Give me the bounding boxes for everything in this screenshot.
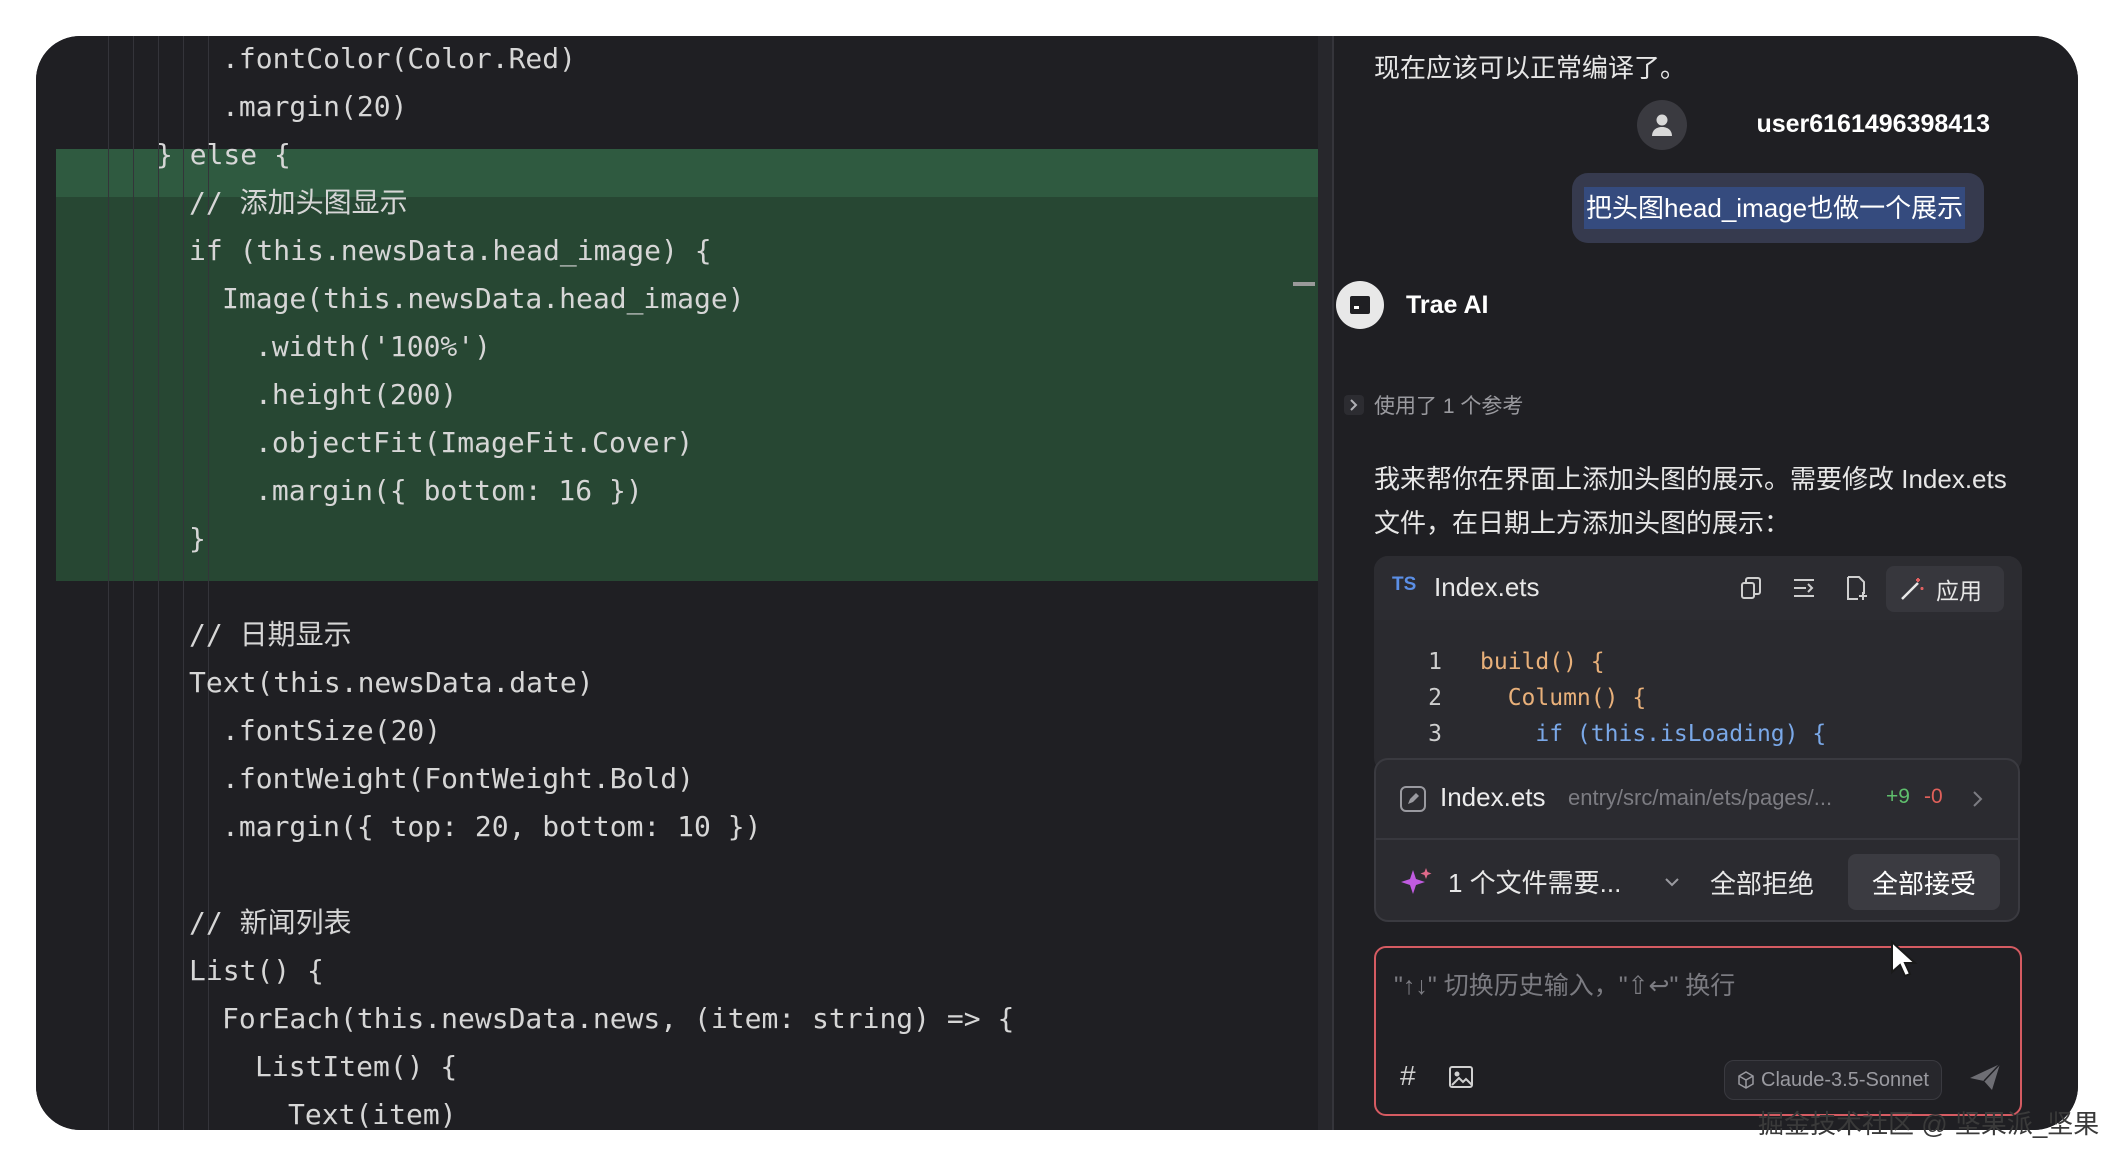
code-editor[interactable]: .fontColor(Color.Red) .margin(20) } else {… xyxy=(36,36,1318,1130)
code-card-line: 3 if (this.isLoading) { xyxy=(1374,716,2022,752)
assistant-avatar xyxy=(1336,281,1384,329)
code-line: .margin(20) xyxy=(222,90,408,123)
changed-file-row[interactable]: Index.ets entry/src/main/ets/pages/... +… xyxy=(1376,760,2018,840)
chat-input[interactable]: "↑↓" 切换历史输入，"⇧↩" 换行 # Claude-3.5-Sonnet xyxy=(1374,946,2022,1116)
assistant-name: Trae AI xyxy=(1406,291,1489,319)
code-text: Column() { xyxy=(1480,685,1647,711)
code-line: List() { xyxy=(189,954,324,987)
references-label: 使用了 1 个参考 xyxy=(1374,395,1524,418)
indent-guide xyxy=(133,36,134,1130)
code-line: .fontWeight(FontWeight.Bold) xyxy=(222,762,695,795)
indent-guide xyxy=(183,36,184,1130)
code-card-line: 1 build() { xyxy=(1374,644,2022,680)
code-line: .width('100%') xyxy=(255,330,492,363)
code-line: .fontColor(Color.Red) xyxy=(222,42,577,75)
code-line: Text(item) xyxy=(288,1098,457,1130)
user-message-bubble: 把头图head_image也做一个展示 xyxy=(1572,173,1984,243)
pending-file-count[interactable]: 1 个文件需要... xyxy=(1448,863,1621,900)
typescript-badge: TS xyxy=(1392,574,1417,595)
assistant-message-line: 我来帮你在界面上添加头图的展示。需要修改 Index.ets xyxy=(1374,464,2007,494)
code-snippet-card: TS Index.ets 应用 1 build() {2 Column() {3 … xyxy=(1374,556,2022,772)
references-toggle[interactable]: 使用了 1 个参考 xyxy=(1344,390,1523,420)
code-line: .fontSize(20) xyxy=(222,714,442,747)
user-name: user6161496398413 xyxy=(1756,110,1990,138)
code-line: // 添加头图显示 xyxy=(189,186,408,219)
reject-all-button[interactable]: 全部拒绝 xyxy=(1702,856,1822,908)
cube-icon xyxy=(1738,1071,1754,1089)
copy-icon[interactable] xyxy=(1738,574,1766,602)
edit-file-icon xyxy=(1400,786,1426,812)
image-icon[interactable] xyxy=(1448,1064,1474,1090)
code-line: .margin({ bottom: 16 }) xyxy=(255,474,643,507)
scrollbar-marker[interactable] xyxy=(1293,282,1315,286)
code-line: Image(this.newsData.head_image) xyxy=(222,282,745,315)
hash-icon[interactable]: # xyxy=(1400,1060,1416,1092)
code-line: .objectFit(ImageFit.Cover) xyxy=(255,426,694,459)
lines-deleted-count: -0 xyxy=(1924,785,1943,808)
model-name: Claude-3.5-Sonnet xyxy=(1761,1068,1929,1091)
code-line: .height(200) xyxy=(255,378,458,411)
pending-changes-popup: Index.ets entry/src/main/ets/pages/... +… xyxy=(1374,758,2020,922)
apply-button[interactable]: 应用 xyxy=(1886,566,2004,612)
code-text: if (this.isLoading) { xyxy=(1480,721,1827,747)
code-card-line: 2 Column() { xyxy=(1374,680,2022,716)
send-icon[interactable] xyxy=(1968,1062,2002,1092)
indent-guide xyxy=(158,36,159,1130)
code-card-header: TS Index.ets 应用 xyxy=(1374,556,2022,620)
assistant-message-line: 文件，在日期上方添加头图的展示： xyxy=(1374,508,1791,538)
code-line: // 新闻列表 xyxy=(189,906,352,939)
changed-file-name: Index.ets xyxy=(1440,782,1546,812)
user-icon xyxy=(1652,114,1672,136)
code-text: build() { xyxy=(1480,649,1605,675)
chevron-down-icon[interactable] xyxy=(1662,872,1682,892)
code-line: Text(this.newsData.date) xyxy=(189,666,594,699)
lines-added-count: +9 xyxy=(1886,785,1910,808)
chevron-right-icon xyxy=(1973,791,1983,807)
line-number: 2 xyxy=(1428,685,1442,711)
code-line: ListItem() { xyxy=(255,1050,458,1083)
line-number: 1 xyxy=(1428,649,1442,675)
line-number: 3 xyxy=(1428,721,1442,747)
code-line: } xyxy=(189,522,206,555)
user-message-text: 把头图head_image也做一个展示 xyxy=(1584,187,1966,229)
new-file-icon[interactable] xyxy=(1842,574,1870,602)
code-line: ForEach(this.newsData.news, (item: strin… xyxy=(222,1002,1015,1035)
chevron-right-icon xyxy=(1344,395,1364,415)
mouse-cursor-icon xyxy=(1891,940,1918,978)
sparkle-icon xyxy=(1401,868,1432,894)
accept-all-button[interactable]: 全部接受 xyxy=(1848,854,2000,910)
chat-input-placeholder: "↑↓" 切换历史输入，"⇧↩" 换行 xyxy=(1394,972,1736,1000)
trae-logo-icon xyxy=(1350,296,1370,314)
changed-file-path: entry/src/main/ets/pages/... xyxy=(1568,785,1833,810)
code-line: .margin({ top: 20, bottom: 10 }) xyxy=(222,810,762,843)
model-selector[interactable]: Claude-3.5-Sonnet xyxy=(1724,1060,1942,1100)
panel-splitter[interactable] xyxy=(1318,36,1332,1130)
code-line: if (this.newsData.head_image) { xyxy=(189,234,712,267)
code-card-filename: Index.ets xyxy=(1434,572,1540,602)
watermark: 掘金技术社区 @ 坚果派_坚果 xyxy=(1758,1109,2100,1139)
insert-at-cursor-icon[interactable] xyxy=(1790,574,1818,602)
apply-label: 应用 xyxy=(1936,578,1982,604)
avatar xyxy=(1637,100,1687,150)
indent-guide xyxy=(108,36,109,1130)
code-line: } else { xyxy=(156,138,291,171)
code-line: // 日期显示 xyxy=(189,618,352,651)
previous-message-tail: 现在应该可以正常编译了。 xyxy=(1374,53,1687,83)
magic-wand-icon xyxy=(1901,578,1924,600)
